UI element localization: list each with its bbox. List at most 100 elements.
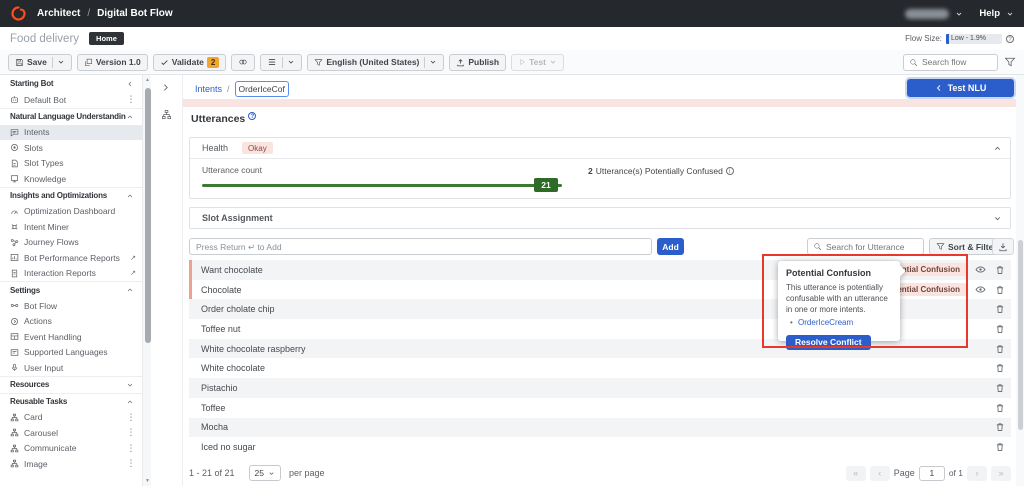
scrollbar-thumb[interactable] <box>145 88 151 343</box>
prev-page-button[interactable]: ‹ <box>870 466 890 481</box>
first-page-button[interactable]: « <box>846 466 866 481</box>
page-scrollbar[interactable] <box>1016 75 1024 486</box>
sidebar-item-communicate[interactable]: Communicate⋮ <box>0 441 142 457</box>
sidebar-item-carousel[interactable]: Carousel⋮ <box>0 425 142 441</box>
chevron-down-icon[interactable] <box>993 214 1002 223</box>
conflicting-intent-link[interactable]: OrderIceCream <box>798 318 853 327</box>
app-name[interactable]: Architect <box>37 8 80 19</box>
add-utterance-input[interactable] <box>189 238 652 255</box>
delete-utterance-button[interactable] <box>995 265 1005 275</box>
per-page-select[interactable]: 25 <box>249 465 281 481</box>
kebab-menu-icon[interactable]: ⋮ <box>126 443 136 454</box>
utterance-row[interactable]: Pistachio <box>189 378 1011 398</box>
slot-assignment-section[interactable]: Slot Assignment <box>189 207 1011 229</box>
sidebar-item-user-input[interactable]: User Input <box>0 360 142 376</box>
sidebar-item-default-bot[interactable]: Default Bot⋮ <box>0 92 142 108</box>
view-conflict-button[interactable] <box>975 284 986 295</box>
view-options-button[interactable] <box>260 54 302 71</box>
help-menu[interactable]: Help <box>979 8 1000 19</box>
chevron-down-icon[interactable] <box>126 381 134 389</box>
sidebar-item-card[interactable]: Card⋮ <box>0 410 142 426</box>
chevron-up-icon[interactable] <box>993 144 1002 153</box>
sidebar-section-insights-and-optimizations[interactable]: Insights and Optimizations <box>0 187 142 204</box>
flow-hierarchy-icon[interactable] <box>161 109 172 120</box>
sidebar-section-starting-bot[interactable]: Starting Bot <box>0 75 142 92</box>
delete-utterance-button[interactable] <box>995 324 1005 334</box>
chevron-up-icon[interactable] <box>126 286 134 294</box>
chevron-up-icon[interactable] <box>126 113 134 121</box>
download-utterances-button[interactable] <box>992 238 1014 255</box>
sidebar-item-image[interactable]: Image⋮ <box>0 456 142 472</box>
delete-utterance-button[interactable] <box>995 304 1005 314</box>
chevron-up-icon[interactable] <box>126 398 134 406</box>
scrollbar-thumb[interactable] <box>1018 240 1023 430</box>
delete-utterance-button[interactable] <box>995 383 1005 393</box>
resolve-conflict-button[interactable]: Resolve Conflict <box>786 335 871 350</box>
delete-utterance-button[interactable] <box>995 285 1005 295</box>
language-selector[interactable]: English (United States) <box>307 54 444 71</box>
sidebar-item-supported-languages[interactable]: Supported Languages <box>0 345 142 361</box>
kebab-menu-icon[interactable]: ⋮ <box>126 412 136 423</box>
save-button[interactable]: Save <box>8 54 72 71</box>
help-icon[interactable]: ? <box>248 112 256 120</box>
sidebar-item-event-handling[interactable]: Event Handling <box>0 329 142 345</box>
chevron-down-icon[interactable] <box>955 10 963 18</box>
test-button[interactable]: Test <box>511 54 564 71</box>
utterance-row[interactable]: Mocha <box>189 418 1011 438</box>
test-nlu-button[interactable]: Test NLU <box>907 79 1014 97</box>
utterance-row[interactable]: White chocolate <box>189 358 1011 378</box>
utterance-search-input[interactable] <box>826 242 912 252</box>
sidebar-item-slots[interactable]: Slots <box>0 140 142 156</box>
question-circle-icon[interactable]: ? <box>1006 35 1014 43</box>
flow-search-input[interactable] <box>922 57 992 67</box>
chevron-down-icon[interactable] <box>282 57 295 68</box>
delete-utterance-button[interactable] <box>995 344 1005 354</box>
version-button[interactable]: Version 1.0 <box>77 54 148 71</box>
kebab-menu-icon[interactable]: ⋮ <box>126 94 136 105</box>
sidebar-item-bot-flow[interactable]: Bot Flow <box>0 298 142 314</box>
publish-button[interactable]: Publish <box>449 54 506 71</box>
validate-button[interactable]: Validate 2 <box>153 54 227 71</box>
delete-utterance-button[interactable] <box>995 422 1005 432</box>
sidebar-item-optimization-dashboard[interactable]: Optimization Dashboard <box>0 204 142 220</box>
intent-name-input[interactable] <box>235 81 289 97</box>
info-icon[interactable]: i <box>726 167 734 175</box>
scroll-down-icon[interactable]: ▼ <box>144 478 151 484</box>
chevron-down-icon[interactable] <box>424 57 437 68</box>
sidebar-section-resources[interactable]: Resources <box>0 376 142 393</box>
sidebar-section-reusable-tasks[interactable]: Reusable Tasks <box>0 393 142 410</box>
sidebar-section-natural-language-understanding[interactable]: Natural Language Understanding <box>0 108 142 125</box>
filter-icon[interactable] <box>1004 56 1016 68</box>
add-utterance-button[interactable]: Add <box>657 238 684 255</box>
copy-link-button[interactable] <box>231 54 255 71</box>
utterance-row[interactable]: Toffee <box>189 398 1011 418</box>
kebab-menu-icon[interactable]: ⋮ <box>126 427 136 438</box>
delete-utterance-button[interactable] <box>995 363 1005 373</box>
sidebar-scrollbar[interactable]: ▲ ▼ <box>142 75 151 486</box>
kebab-menu-icon[interactable]: ⋮ <box>126 458 136 469</box>
sidebar-item-interaction-reports[interactable]: Interaction Reports↗ <box>0 266 142 282</box>
view-conflict-button[interactable] <box>975 264 986 275</box>
expand-panel-icon[interactable] <box>161 83 170 92</box>
breadcrumb-intents-link[interactable]: Intents <box>195 84 222 94</box>
next-page-button[interactable]: › <box>967 466 987 481</box>
delete-utterance-button[interactable] <box>995 442 1005 452</box>
sidebar-item-intent-miner[interactable]: Intent Miner <box>0 219 142 235</box>
chevron-down-icon[interactable] <box>1006 10 1014 18</box>
scroll-up-icon[interactable]: ▲ <box>144 77 151 83</box>
sidebar-item-actions[interactable]: Actions <box>0 314 142 330</box>
last-page-button[interactable]: » <box>991 466 1011 481</box>
user-menu[interactable] <box>905 9 949 19</box>
sidebar-item-knowledge[interactable]: Knowledge <box>0 171 142 187</box>
chevron-left-icon[interactable] <box>126 80 134 88</box>
chevron-up-icon[interactable] <box>126 192 134 200</box>
chevron-down-icon[interactable] <box>52 57 65 68</box>
sidebar-item-journey-flows[interactable]: Journey Flows <box>0 235 142 251</box>
health-header[interactable]: Health Okay <box>190 138 1010 159</box>
sidebar-section-settings[interactable]: Settings <box>0 281 142 298</box>
sidebar-item-bot-performance-reports[interactable]: Bot Performance Reports↗ <box>0 250 142 266</box>
utterance-row[interactable]: Iced no sugar <box>189 437 1011 457</box>
sidebar-item-intents[interactable]: Intents <box>0 125 142 141</box>
delete-utterance-button[interactable] <box>995 403 1005 413</box>
page-number-input[interactable] <box>919 466 945 481</box>
